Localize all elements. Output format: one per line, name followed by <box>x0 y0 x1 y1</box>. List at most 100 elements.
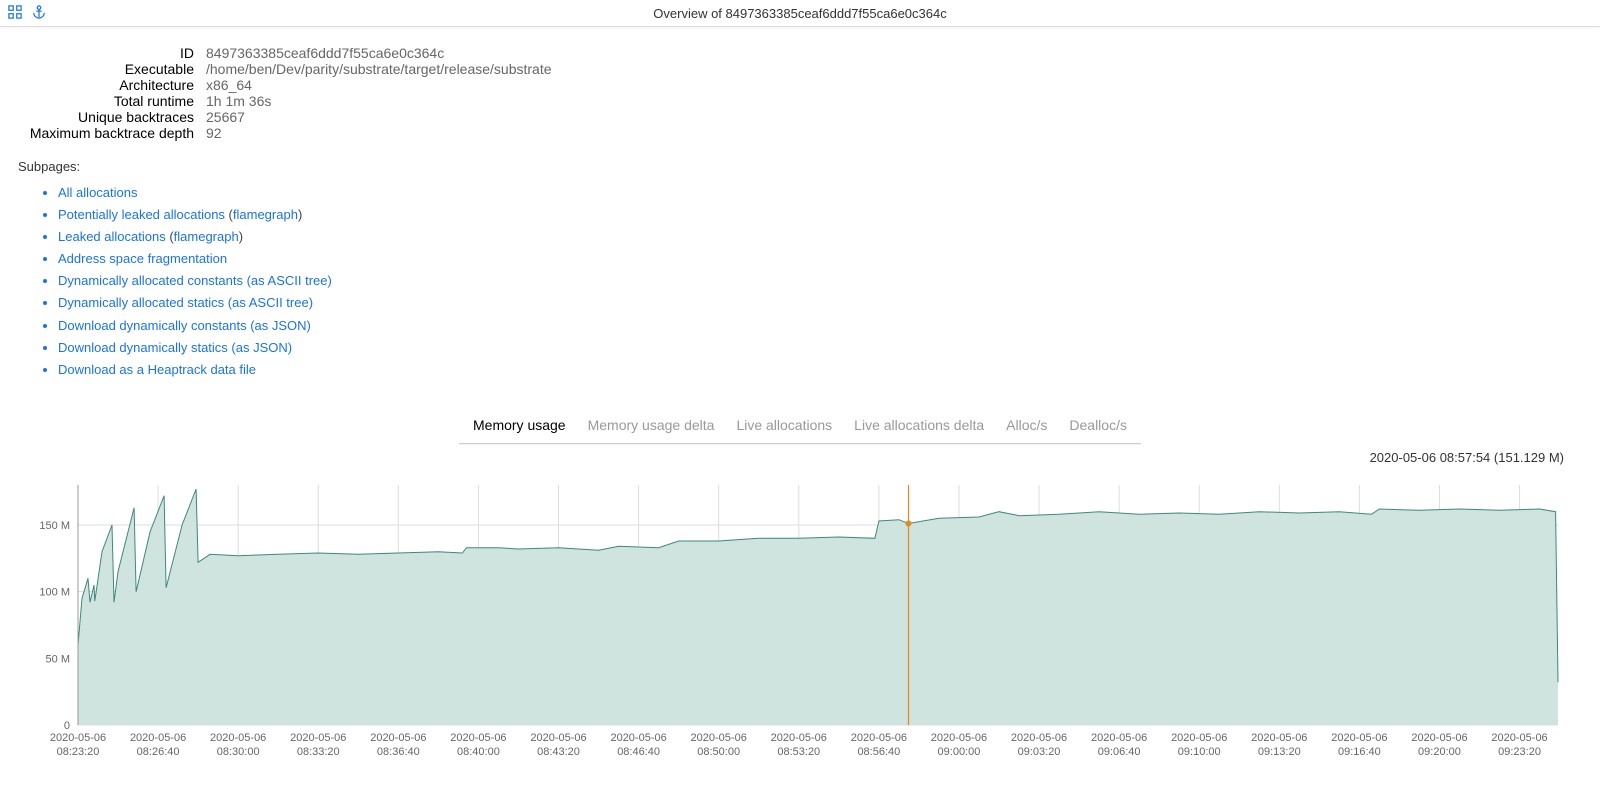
tab-memory-usage[interactable]: Memory usage <box>473 417 566 437</box>
svg-text:08:50:00: 08:50:00 <box>697 746 740 758</box>
meta-row: Architecturex86_64 <box>18 77 1582 93</box>
subpage-item: Download as a Heaptrack data file <box>58 359 1582 381</box>
meta-row: Unique backtraces25667 <box>18 109 1582 125</box>
subpage-text: ) <box>298 207 302 222</box>
svg-text:09:16:40: 09:16:40 <box>1338 746 1381 758</box>
chart-tabs: Memory usage Memory usage delta Live alloc… <box>459 411 1141 444</box>
svg-text:2020-05-06: 2020-05-06 <box>530 732 586 744</box>
svg-text:2020-05-06: 2020-05-06 <box>290 732 346 744</box>
anchor-icon[interactable] <box>32 5 46 22</box>
svg-text:08:53:20: 08:53:20 <box>777 746 820 758</box>
meta-table: ID8497363385ceaf6ddd7f55ca6e0c364cExecut… <box>18 45 1582 141</box>
subpage-link[interactable]: Download dynamically statics (as JSON) <box>58 340 292 355</box>
subpage-item: Dynamically allocated constants (as ASCI… <box>58 270 1582 292</box>
meta-value: 1h 1m 36s <box>206 93 271 109</box>
svg-text:2020-05-06: 2020-05-06 <box>130 732 186 744</box>
meta-label: Executable <box>18 61 206 77</box>
svg-text:08:23:20: 08:23:20 <box>57 746 100 758</box>
subpage-item: Download dynamically constants (as JSON) <box>58 315 1582 337</box>
svg-text:100 M: 100 M <box>39 587 70 599</box>
svg-text:2020-05-06: 2020-05-06 <box>610 732 666 744</box>
svg-text:08:36:40: 08:36:40 <box>377 746 420 758</box>
meta-value: x86_64 <box>206 77 252 93</box>
subpage-item: All allocations <box>58 182 1582 204</box>
tab-live-allocations-delta[interactable]: Live allocations delta <box>854 417 984 437</box>
svg-text:2020-05-06: 2020-05-06 <box>851 732 907 744</box>
svg-text:2020-05-06: 2020-05-06 <box>50 732 106 744</box>
svg-text:2020-05-06: 2020-05-06 <box>1011 732 1067 744</box>
subpage-item: Leaked allocations (flamegraph) <box>58 226 1582 248</box>
svg-text:08:43:20: 08:43:20 <box>537 746 580 758</box>
svg-text:08:33:20: 08:33:20 <box>297 746 340 758</box>
svg-text:2020-05-06: 2020-05-06 <box>450 732 506 744</box>
subpage-link[interactable]: Leaked allocations <box>58 229 166 244</box>
tab-live-allocations[interactable]: Live allocations <box>736 417 832 437</box>
svg-text:2020-05-06: 2020-05-06 <box>210 732 266 744</box>
subpage-link[interactable]: Download as a Heaptrack data file <box>58 362 256 377</box>
svg-text:0: 0 <box>64 720 70 732</box>
svg-text:50 M: 50 M <box>46 653 70 665</box>
subpage-link[interactable]: Address space fragmentation <box>58 251 227 266</box>
subpage-item: Potentially leaked allocations (flamegra… <box>58 204 1582 226</box>
subpage-item: Dynamically allocated statics (as ASCII … <box>58 292 1582 314</box>
meta-row: Maximum backtrace depth92 <box>18 125 1582 141</box>
subpage-link[interactable]: Dynamically allocated constants (as ASCI… <box>58 273 332 288</box>
tab-alloc-s[interactable]: Alloc/s <box>1006 417 1047 437</box>
meta-row: Executable/home/ben/Dev/parity/substrate… <box>18 61 1582 77</box>
svg-text:09:13:20: 09:13:20 <box>1258 746 1301 758</box>
svg-text:2020-05-06: 2020-05-06 <box>1491 732 1547 744</box>
svg-text:09:23:20: 09:23:20 <box>1498 746 1541 758</box>
meta-value: /home/ben/Dev/parity/substrate/target/re… <box>206 61 552 77</box>
tab-memory-usage-delta[interactable]: Memory usage delta <box>588 417 715 437</box>
svg-text:2020-05-06: 2020-05-06 <box>1171 732 1227 744</box>
subpage-link[interactable]: Potentially leaked allocations <box>58 207 225 222</box>
subpage-item: Address space fragmentation <box>58 248 1582 270</box>
meta-value: 25667 <box>206 109 245 125</box>
svg-text:2020-05-06: 2020-05-06 <box>370 732 426 744</box>
subpage-link[interactable]: flamegraph <box>174 229 239 244</box>
svg-text:2020-05-06: 2020-05-06 <box>771 732 827 744</box>
svg-text:09:00:00: 09:00:00 <box>938 746 981 758</box>
svg-text:150 M: 150 M <box>39 520 70 532</box>
meta-label: Maximum backtrace depth <box>18 125 206 141</box>
subpage-link[interactable]: flamegraph <box>233 207 298 222</box>
meta-value: 8497363385ceaf6ddd7f55ca6e0c364c <box>206 45 444 61</box>
svg-text:2020-05-06: 2020-05-06 <box>1331 732 1387 744</box>
svg-text:2020-05-06: 2020-05-06 <box>691 732 747 744</box>
svg-text:2020-05-06: 2020-05-06 <box>1411 732 1467 744</box>
meta-label: Unique backtraces <box>18 109 206 125</box>
svg-text:08:40:00: 08:40:00 <box>457 746 500 758</box>
subpage-item: Download dynamically statics (as JSON) <box>58 337 1582 359</box>
page-title: Overview of 8497363385ceaf6ddd7f55ca6e0c… <box>653 6 946 21</box>
chart-tooltip: 2020-05-06 08:57:54 (151.129 M) <box>18 444 1582 465</box>
svg-text:08:26:40: 08:26:40 <box>137 746 180 758</box>
svg-text:09:20:00: 09:20:00 <box>1418 746 1461 758</box>
svg-text:2020-05-06: 2020-05-06 <box>931 732 987 744</box>
subpage-link[interactable]: Dynamically allocated statics (as ASCII … <box>58 295 313 310</box>
svg-text:09:06:40: 09:06:40 <box>1098 746 1141 758</box>
subpage-text: ) <box>239 229 243 244</box>
subpage-text: ( <box>166 229 174 244</box>
svg-text:09:03:20: 09:03:20 <box>1018 746 1061 758</box>
svg-text:08:56:40: 08:56:40 <box>857 746 900 758</box>
subpages-list: All allocations Potentially leaked alloca… <box>18 182 1582 381</box>
tab-dealloc-s[interactable]: Dealloc/s <box>1069 417 1127 437</box>
topbar: Overview of 8497363385ceaf6ddd7f55ca6e0c… <box>0 0 1600 27</box>
subpage-link[interactable]: Download dynamically constants (as JSON) <box>58 318 311 333</box>
svg-text:08:46:40: 08:46:40 <box>617 746 660 758</box>
memory-usage-chart[interactable]: 0 50 M 100 M 150 M 2020-05-06 08:23:20 2020-05… <box>18 475 1582 775</box>
meta-row: ID8497363385ceaf6ddd7f55ca6e0c364c <box>18 45 1582 61</box>
meta-label: Total runtime <box>18 93 206 109</box>
meta-label: Architecture <box>18 77 206 93</box>
dashboard-icon[interactable] <box>8 5 22 22</box>
svg-text:08:30:00: 08:30:00 <box>217 746 260 758</box>
svg-text:2020-05-06: 2020-05-06 <box>1091 732 1147 744</box>
subpage-link[interactable]: All allocations <box>58 185 138 200</box>
svg-text:09:10:00: 09:10:00 <box>1178 746 1221 758</box>
svg-text:2020-05-06: 2020-05-06 <box>1251 732 1307 744</box>
meta-value: 92 <box>206 125 222 141</box>
subpage-text: ( <box>225 207 233 222</box>
subpages-heading: Subpages: <box>18 159 1582 174</box>
meta-row: Total runtime1h 1m 36s <box>18 93 1582 109</box>
meta-label: ID <box>18 45 206 61</box>
